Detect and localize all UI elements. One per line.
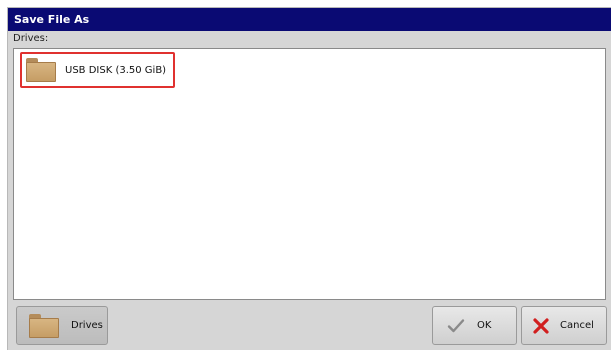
cancel-button[interactable]: Cancel	[521, 306, 607, 345]
drive-item-label: USB DISK (3.50 GiB)	[65, 64, 167, 76]
checkmark-icon	[447, 318, 465, 332]
drive-list: USB DISK (3.50 GiB)	[13, 48, 606, 300]
drives-button-label: Drives	[71, 320, 103, 331]
drives-button[interactable]: Drives	[16, 306, 108, 345]
cancel-button-label: Cancel	[560, 320, 594, 331]
x-icon	[533, 317, 549, 334]
ok-button[interactable]: OK	[432, 306, 517, 345]
ok-button-label: OK	[477, 320, 492, 331]
folder-icon	[26, 58, 56, 82]
folder-icon	[29, 313, 59, 338]
drive-item-usb-disk[interactable]: USB DISK (3.50 GiB)	[20, 52, 175, 88]
dialog-title: Save File As	[8, 8, 611, 31]
save-file-dialog: Save File As Drives: USB DISK (3.50 GiB)…	[7, 7, 611, 350]
drives-label: Drives:	[13, 33, 49, 44]
